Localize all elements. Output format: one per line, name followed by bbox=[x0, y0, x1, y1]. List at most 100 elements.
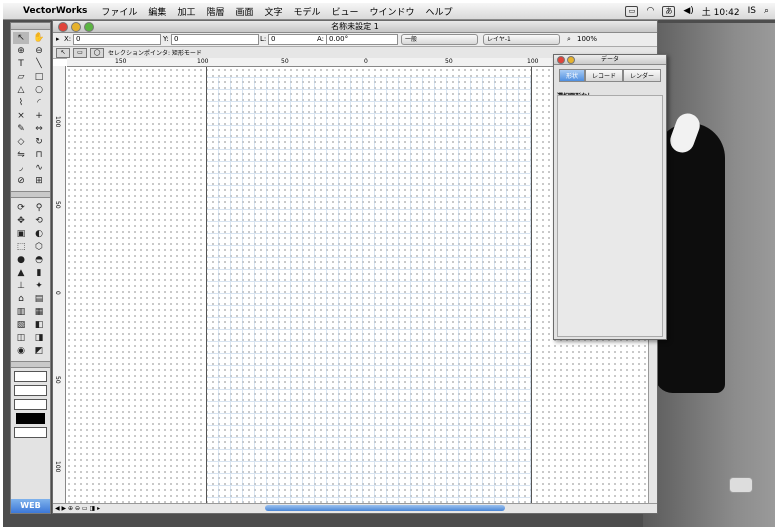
scroll-thumb[interactable] bbox=[265, 505, 505, 511]
menu-file[interactable]: ファイル bbox=[101, 5, 137, 18]
mode-lasso-button[interactable]: ◯ bbox=[90, 47, 104, 58]
volume-icon[interactable]: ◀) bbox=[683, 6, 693, 16]
display-icon[interactable]: ▭ bbox=[625, 5, 639, 17]
light-tool-icon[interactable]: ✦ bbox=[31, 280, 47, 292]
tab-render[interactable]: レンダー bbox=[623, 69, 662, 82]
space-tool-icon[interactable]: ◨ bbox=[31, 332, 47, 344]
menu-edit[interactable]: 編集 bbox=[148, 5, 166, 18]
data-palette-titlebar[interactable]: データ bbox=[554, 55, 666, 65]
menu-text[interactable]: 文字 bbox=[264, 5, 282, 18]
rotate-view-tool-icon[interactable]: ⟲ bbox=[31, 215, 47, 227]
menu-window[interactable]: ウインドウ bbox=[370, 5, 415, 18]
palette-minimize-button[interactable] bbox=[567, 56, 575, 64]
x-field[interactable]: 0 bbox=[73, 34, 161, 45]
mode-pointer-button[interactable]: ↖ bbox=[56, 47, 70, 58]
web-button[interactable]: WEB bbox=[11, 499, 50, 513]
stair-tool-icon[interactable]: ▧ bbox=[13, 319, 29, 331]
zoom-out-tool-icon[interactable]: ⊖ bbox=[31, 45, 47, 57]
arrow-attribute[interactable] bbox=[14, 427, 47, 438]
pan-tool-icon[interactable]: ✋ bbox=[31, 32, 47, 44]
zoom-level[interactable]: 100% bbox=[577, 35, 597, 43]
window-tool-icon[interactable]: ◫ bbox=[13, 332, 29, 344]
palette-divider[interactable] bbox=[11, 191, 50, 198]
horizontal-scrollbar[interactable]: ◀ ▶ ⊕ ⊖ ▭ ◨ ▸ bbox=[53, 503, 657, 513]
freehand-tool-icon[interactable]: ⌇ bbox=[13, 97, 29, 109]
menu-model[interactable]: モデル bbox=[294, 5, 321, 18]
oval-tool-icon[interactable]: ○ bbox=[31, 84, 47, 96]
x-tool-icon[interactable]: × bbox=[13, 110, 29, 122]
fillet-tool-icon[interactable]: ◞ bbox=[13, 162, 29, 174]
pen-attribute[interactable] bbox=[14, 385, 47, 396]
locus-tool-icon[interactable]: + bbox=[31, 110, 47, 122]
layer-popup[interactable]: レイヤ-1 bbox=[483, 34, 560, 45]
mirror-tool-icon[interactable]: ⇋ bbox=[13, 149, 29, 161]
arc-tool-icon[interactable]: ◜ bbox=[31, 97, 47, 109]
wall-tool-icon[interactable]: ▤ bbox=[31, 293, 47, 305]
hemisphere-tool-icon[interactable]: ◓ bbox=[31, 254, 47, 266]
l-label: L: bbox=[260, 35, 267, 43]
menu-view[interactable]: 画面 bbox=[235, 5, 253, 18]
close-button[interactable] bbox=[58, 22, 68, 32]
y-field[interactable]: 0 bbox=[171, 34, 259, 45]
sphere-tool-icon[interactable]: ● bbox=[13, 254, 29, 266]
extrude-tool-icon[interactable]: ▣ bbox=[13, 228, 29, 240]
clip-tool-icon[interactable]: ⊘ bbox=[13, 175, 29, 187]
3d-reshape-tool-icon[interactable]: ⬡ bbox=[31, 241, 47, 253]
tab-record[interactable]: レコード bbox=[584, 69, 623, 82]
zoom-icon[interactable]: ⌕ bbox=[567, 35, 571, 44]
hard-disk-icon[interactable] bbox=[729, 477, 753, 493]
menu-layer[interactable]: 階層 bbox=[206, 5, 224, 18]
wifi-icon[interactable]: ◠ bbox=[646, 6, 654, 16]
spotlight-icon[interactable]: ⌕ bbox=[764, 6, 769, 16]
translate-view-tool-icon[interactable]: ✥ bbox=[13, 215, 29, 227]
menu-views[interactable]: ビュー bbox=[332, 5, 359, 18]
palette-close-button[interactable] bbox=[557, 56, 565, 64]
text-tool-icon[interactable]: T bbox=[13, 58, 29, 70]
minimize-button[interactable] bbox=[71, 22, 81, 32]
door-tool-icon[interactable]: ◧ bbox=[31, 319, 47, 331]
reshape-tool-icon[interactable]: ◇ bbox=[13, 136, 29, 148]
slab-tool-icon[interactable]: ▥ bbox=[13, 306, 29, 318]
cone-tool-icon[interactable]: ▲ bbox=[13, 267, 29, 279]
clock[interactable]: 土 10:42 bbox=[702, 5, 740, 18]
databar-arrow-icon[interactable]: ▸ bbox=[56, 35, 60, 43]
viewport-tool-icon[interactable]: ◩ bbox=[31, 345, 47, 357]
page-nav-icons[interactable]: ◀ ▶ ⊕ ⊖ ▭ ◨ ▸ bbox=[55, 504, 100, 513]
tab-shape[interactable]: 形状 bbox=[558, 69, 585, 82]
dimension-tool-icon[interactable]: ⇔ bbox=[31, 123, 47, 135]
wave-tool-icon[interactable]: ∿ bbox=[31, 162, 47, 174]
app-menu[interactable]: VectorWorks bbox=[23, 6, 87, 16]
column-tool-icon[interactable]: ▦ bbox=[31, 306, 47, 318]
sweep-tool-icon[interactable]: ◐ bbox=[31, 228, 47, 240]
angle-field[interactable]: 0.00° bbox=[326, 34, 398, 45]
flyover-tool-icon[interactable]: ⟳ bbox=[13, 202, 29, 214]
zoom-in-tool-icon[interactable]: ⊕ bbox=[13, 45, 29, 57]
line-weight-attribute[interactable] bbox=[14, 399, 47, 410]
camera-tool-icon[interactable]: ◉ bbox=[13, 345, 29, 357]
roof-tool-icon[interactable]: ⌂ bbox=[13, 293, 29, 305]
polygon-tool-icon[interactable]: ▱ bbox=[13, 71, 29, 83]
zoom-button[interactable] bbox=[84, 22, 94, 32]
palette-divider[interactable] bbox=[11, 361, 50, 368]
offset-tool-icon[interactable]: ⊓ bbox=[31, 149, 47, 161]
cylinder-tool-icon[interactable]: ▮ bbox=[31, 267, 47, 279]
fill-attribute[interactable] bbox=[14, 371, 47, 382]
ime-indicator[interactable]: あ bbox=[662, 5, 676, 17]
document-titlebar[interactable]: 名称未設定 1 bbox=[53, 21, 657, 33]
eyedropper-tool-icon[interactable]: ✎ bbox=[13, 123, 29, 135]
rectangle-tool-icon[interactable]: □ bbox=[31, 71, 47, 83]
input-menu[interactable]: IS bbox=[748, 6, 756, 16]
menu-modify[interactable]: 加工 bbox=[177, 5, 195, 18]
line-tool-icon[interactable]: ╲ bbox=[31, 58, 47, 70]
axis-tool-icon[interactable]: ⊥ bbox=[13, 280, 29, 292]
class-popup[interactable]: 一般 bbox=[401, 34, 478, 45]
menu-help[interactable]: ヘルプ bbox=[426, 5, 453, 18]
trim-tool-icon[interactable]: ⊞ bbox=[31, 175, 47, 187]
walkthrough-tool-icon[interactable]: ⚲ bbox=[31, 202, 47, 214]
rotate-tool-icon[interactable]: ↻ bbox=[31, 136, 47, 148]
palette-titlebar[interactable] bbox=[11, 23, 50, 30]
mode-rect-button[interactable]: ▭ bbox=[73, 47, 87, 58]
selection-tool-icon[interactable]: ↖ bbox=[13, 32, 29, 44]
triangle-tool-icon[interactable]: △ bbox=[13, 84, 29, 96]
3d-select-tool-icon[interactable]: ⬚ bbox=[13, 241, 29, 253]
